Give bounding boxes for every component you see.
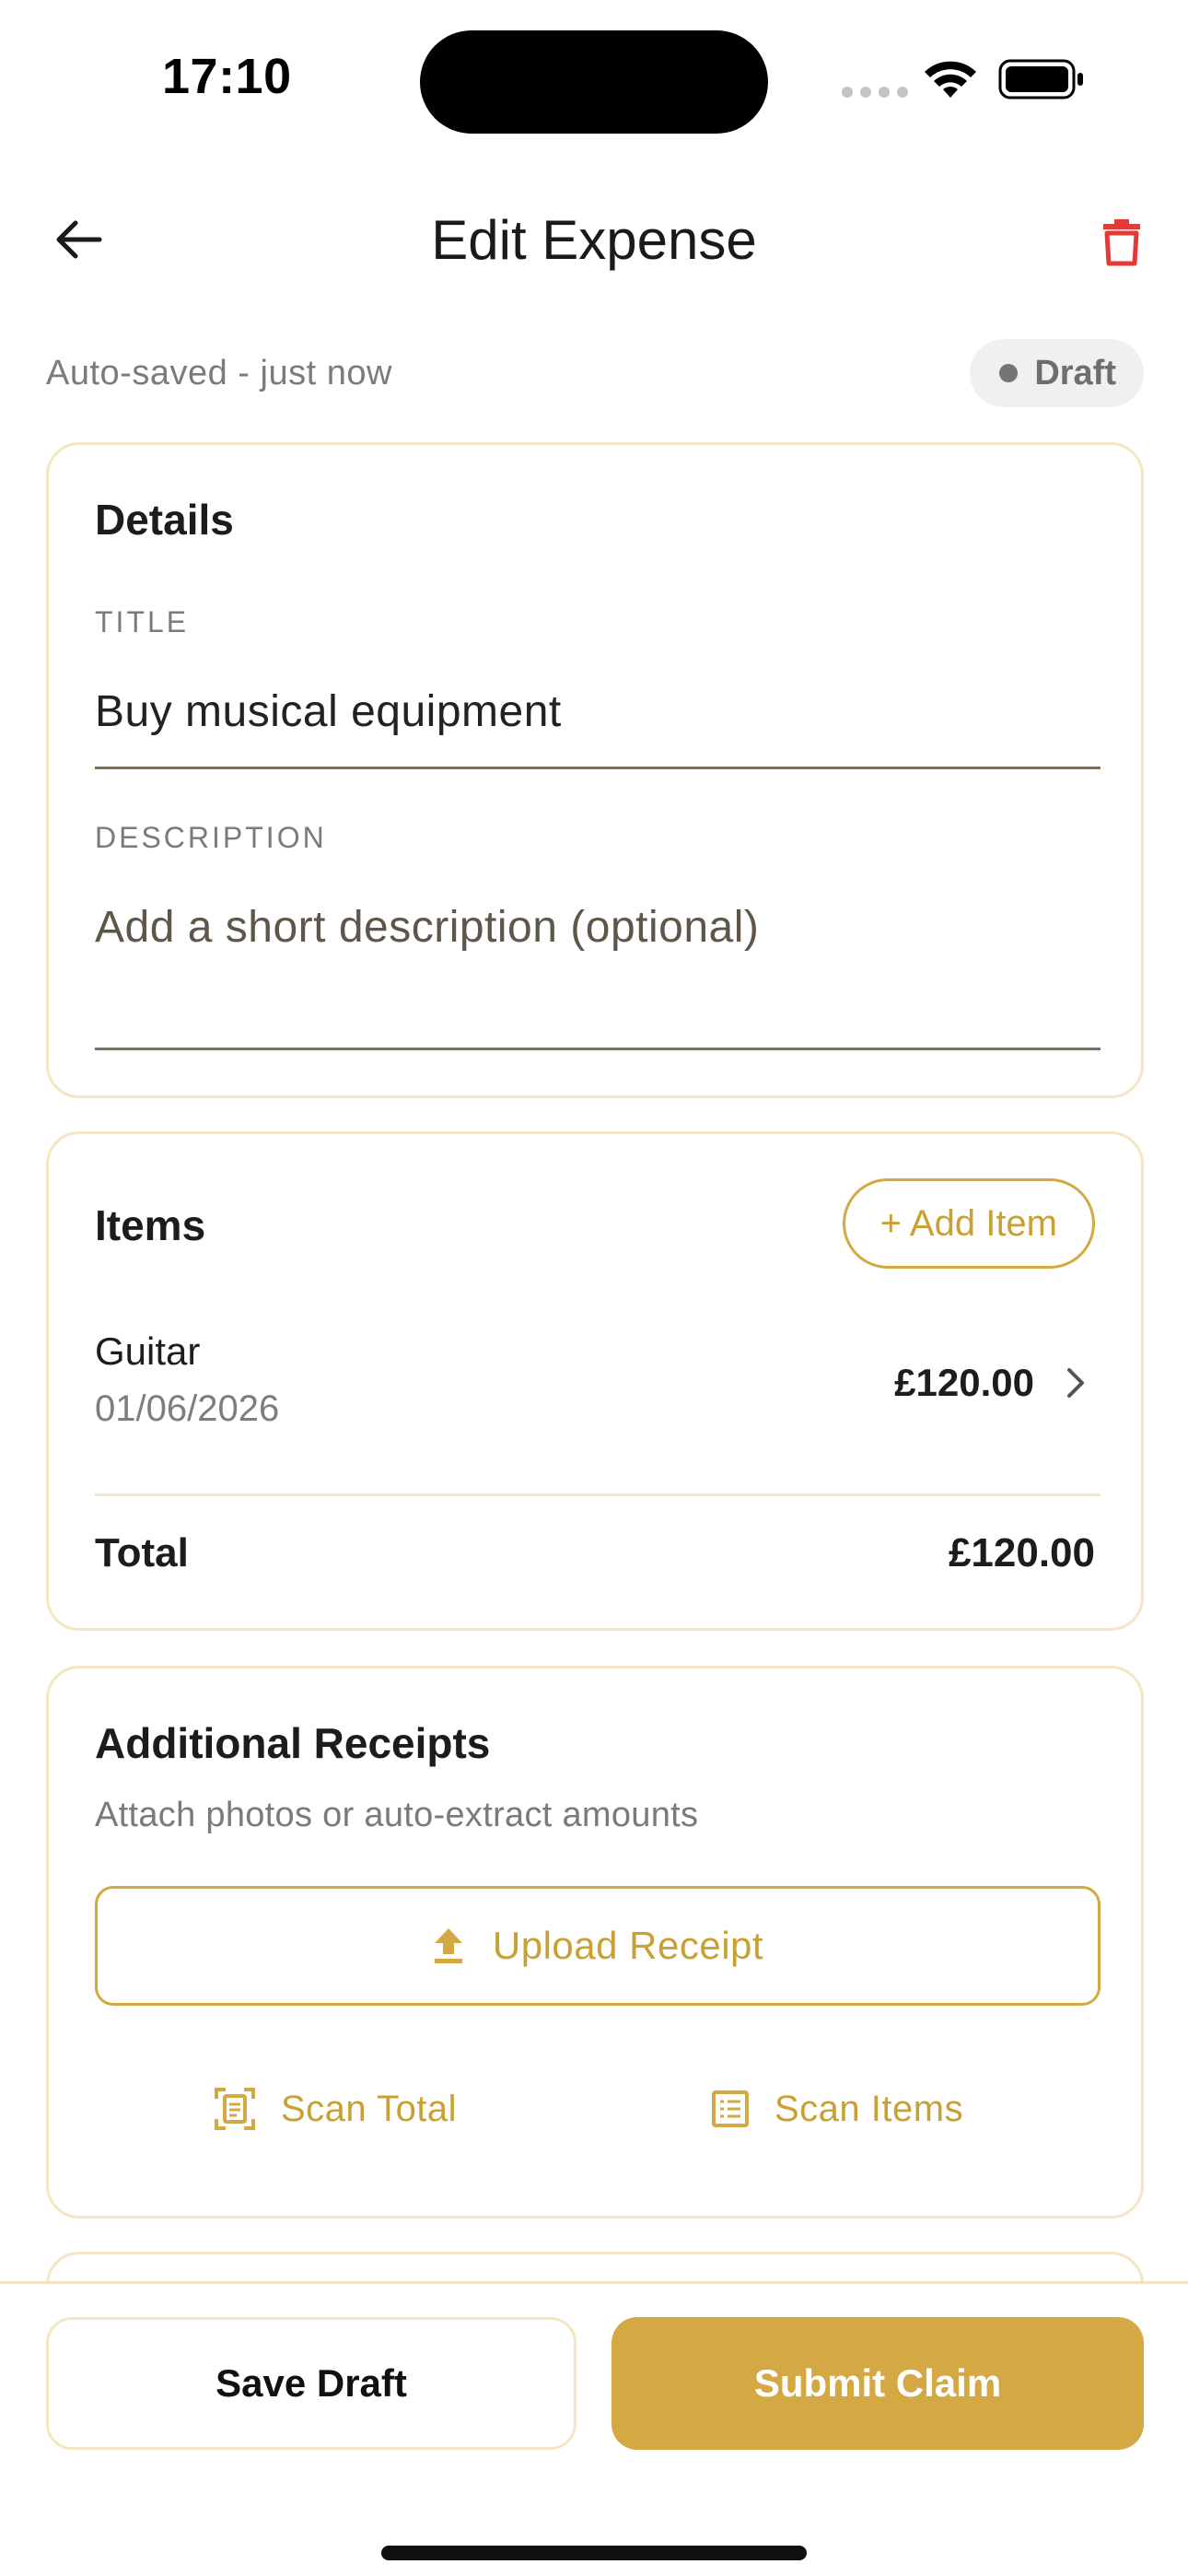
scan-items-button[interactable]: Scan Items	[712, 2072, 963, 2146]
submit-claim-button[interactable]: Submit Claim	[611, 2317, 1144, 2450]
status-time: 17:10	[162, 49, 292, 104]
scan-items-label: Scan Items	[775, 2088, 964, 2129]
home-indicator[interactable]	[381, 2546, 807, 2560]
title-field-label: TITLE	[95, 605, 190, 638]
trash-icon	[1103, 219, 1140, 266]
items-card: Items + Add Item Guitar 01/06/2026 £120.…	[46, 1131, 1144, 1631]
wifi-icon	[925, 61, 976, 98]
list-item[interactable]: Guitar 01/06/2026 £120.00	[95, 1329, 1101, 1458]
details-card: Details TITLE Buy musical equipment DESC…	[46, 442, 1144, 1098]
item-date: 01/06/2026	[95, 1388, 280, 1429]
details-heading: Details	[95, 496, 234, 544]
edit-expense-screen: 17:10 Edit Expense Auto-saved - just now…	[0, 0, 1188, 2576]
total-value: £120.00	[948, 1530, 1095, 1575]
status-dot-icon	[999, 364, 1019, 382]
chevron-right-icon	[1067, 1368, 1084, 1398]
description-field-label: DESCRIPTION	[95, 821, 327, 854]
autosave-row: Auto-saved - just now Draft	[46, 337, 1144, 411]
top-app-bar: Edit Expense	[0, 184, 1188, 295]
total-label: Total	[95, 1530, 189, 1575]
description-input[interactable]: Add a short description (optional)	[95, 902, 759, 953]
receipts-heading: Additional Receipts	[95, 1719, 491, 1767]
add-item-button[interactable]: + Add Item	[842, 1178, 1095, 1269]
dynamic-island	[420, 30, 768, 134]
item-name: Guitar	[95, 1329, 201, 1373]
list-scan-icon	[712, 2090, 749, 2127]
page-title: Edit Expense	[431, 209, 757, 271]
delete-button[interactable]	[1094, 208, 1149, 275]
description-input-underline	[95, 1048, 1101, 1050]
autosave-status: Auto-saved - just now	[46, 354, 392, 392]
receipts-subtitle: Attach photos or auto-extract amounts	[95, 1796, 699, 1834]
scan-total-label: Scan Total	[281, 2088, 458, 2129]
item-amount: £120.00	[894, 1361, 1034, 1404]
upload-receipt-button[interactable]: Upload Receipt	[95, 1886, 1101, 2006]
title-input[interactable]: Buy musical equipment	[95, 686, 562, 737]
status-bar: 17:10	[0, 0, 1188, 157]
scan-total-button[interactable]: Scan Total	[215, 2072, 457, 2146]
bottom-action-bar: Save Draft Submit Claim	[0, 2281, 1188, 2576]
cellular-signal-icon	[842, 87, 908, 98]
title-input-underline	[95, 767, 1101, 769]
items-divider	[95, 1493, 1101, 1496]
items-heading: Items	[95, 1201, 206, 1249]
status-badge: Draft	[970, 339, 1144, 407]
save-draft-button[interactable]: Save Draft	[46, 2317, 577, 2450]
upload-icon	[434, 1928, 462, 1963]
upload-receipt-label: Upload Receipt	[492, 1924, 764, 1967]
receipts-card: Additional Receipts Attach photos or aut…	[46, 1666, 1144, 2219]
battery-icon	[998, 59, 1083, 100]
status-badge-label: Draft	[1034, 353, 1116, 392]
document-scanner-icon	[215, 2088, 255, 2130]
